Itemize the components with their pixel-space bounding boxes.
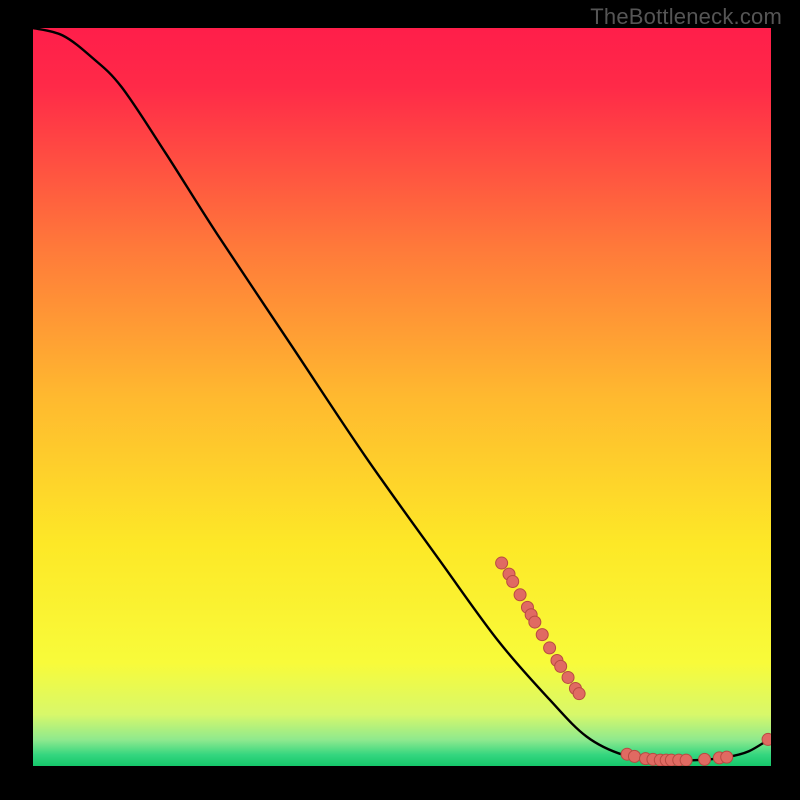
data-marker	[721, 751, 733, 763]
data-marker	[496, 557, 508, 569]
data-marker	[680, 754, 692, 766]
data-marker	[699, 753, 711, 765]
chart-svg	[33, 28, 771, 766]
bottleneck-chart	[33, 28, 771, 766]
data-marker	[536, 629, 548, 641]
watermark-text: TheBottleneck.com	[590, 4, 782, 30]
chart-background	[33, 28, 771, 766]
data-marker	[514, 589, 526, 601]
data-marker	[507, 576, 519, 588]
data-marker	[544, 642, 556, 654]
data-marker	[573, 688, 585, 700]
data-marker	[555, 660, 567, 672]
data-marker	[529, 616, 541, 628]
data-marker	[762, 733, 771, 745]
data-marker	[562, 671, 574, 683]
data-marker	[628, 750, 640, 762]
